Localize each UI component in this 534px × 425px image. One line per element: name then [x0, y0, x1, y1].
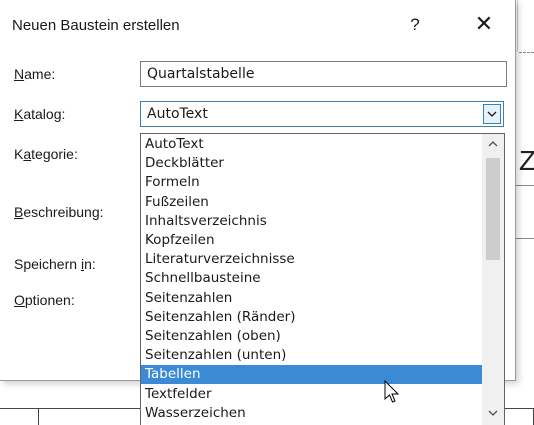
katalog-dropdown-list: AutoText Deckblätter Formeln Fußzeilen Inhal…	[140, 133, 505, 425]
scroll-up-button[interactable]	[482, 134, 504, 152]
dropdown-option[interactable]: AutoText	[141, 135, 482, 154]
dropdown-option[interactable]: Tabellen	[141, 365, 482, 385]
katalog-select-value: AutoText	[147, 106, 208, 122]
speichern-in-label: Speichern in:	[14, 256, 96, 272]
chevron-down-icon	[487, 111, 497, 117]
katalog-dropdown-button[interactable]	[483, 104, 501, 124]
document-partial-text: Z	[519, 145, 534, 176]
document-dashed-line	[519, 52, 534, 53]
dropdown-option[interactable]: Seitenzahlen	[141, 289, 482, 308]
scroll-thumb[interactable]	[486, 158, 500, 260]
chevron-down-icon	[488, 410, 498, 416]
close-icon: ✕	[474, 11, 494, 36]
chevron-up-icon	[488, 141, 498, 147]
katalog-select[interactable]: AutoText	[140, 101, 504, 127]
dropdown-option[interactable]: Schnellbausteine	[141, 269, 482, 288]
scroll-down-button[interactable]	[482, 404, 504, 422]
dropdown-scrollbar[interactable]	[482, 134, 504, 425]
optionen-label: Optionen:	[14, 292, 75, 308]
mouse-pointer-icon	[384, 380, 400, 403]
document-margin-line	[517, 0, 518, 52]
dropdown-option[interactable]: Deckblätter	[141, 154, 482, 173]
help-button[interactable]: ?	[398, 8, 432, 42]
name-label: Name:	[14, 66, 56, 82]
dropdown-option[interactable]: Literaturverzeichnisse	[141, 250, 482, 269]
kategorie-label: Kategorie:	[14, 146, 78, 162]
dialog-title: Neuen Baustein erstellen	[12, 17, 180, 34]
dropdown-option[interactable]: Fußzeilen	[141, 193, 482, 212]
close-button[interactable]: ✕	[462, 8, 506, 42]
katalog-label: Katalog:	[14, 106, 66, 122]
dropdown-option[interactable]: Wasserzeichen	[141, 404, 482, 423]
dropdown-option[interactable]: Kopfzeilen	[141, 231, 482, 250]
beschreibung-label: Beschreibung:	[14, 204, 104, 220]
dropdown-option[interactable]: Seitenzahlen (Ränder)	[141, 308, 482, 327]
dropdown-option[interactable]: Seitenzahlen (unten)	[141, 346, 482, 365]
dialog-titlebar: Neuen Baustein erstellen ? ✕	[0, 0, 515, 48]
dropdown-option[interactable]: Inhaltsverzeichnis	[141, 212, 482, 231]
name-field[interactable]: Quartalstabelle	[140, 61, 507, 87]
dropdown-option[interactable]: Seitenzahlen (oben)	[141, 327, 482, 346]
dropdown-option[interactable]: Formeln	[141, 173, 482, 192]
dropdown-option[interactable]: Textfelder	[141, 385, 482, 404]
